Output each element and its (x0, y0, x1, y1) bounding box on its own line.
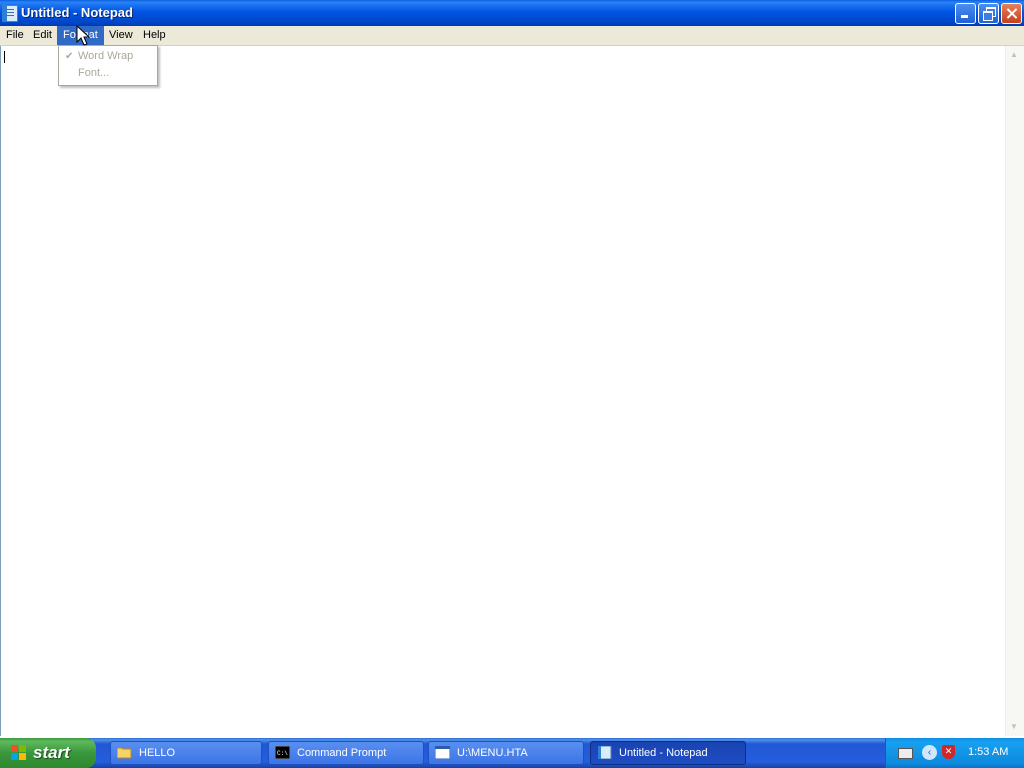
menu-view[interactable]: View (103, 26, 139, 45)
mouse-pointer-icon (76, 25, 91, 46)
scroll-up-icon[interactable]: ▲ (1007, 48, 1021, 62)
text-caret (4, 51, 5, 63)
menu-item-word-wrap[interactable]: ✔ Word Wrap (59, 48, 157, 65)
menu-file[interactable]: File (0, 26, 30, 45)
taskbar-label: U:\MENU.HTA (457, 747, 528, 759)
taskbar-button-menu-hta[interactable]: U:\MENU.HTA (428, 741, 584, 765)
scroll-down-icon[interactable]: ▼ (1007, 720, 1021, 734)
keyboard-icon[interactable] (898, 748, 913, 759)
close-button[interactable] (1001, 3, 1022, 24)
start-label: start (33, 743, 70, 762)
window-title: Untitled - Notepad (21, 5, 133, 20)
menu-edit[interactable]: Edit (27, 26, 58, 45)
menu-bar: File Edit Format View Help (0, 26, 1024, 46)
svg-text:C:\: C:\ (277, 750, 288, 757)
text-editor[interactable] (0, 46, 1005, 736)
window-icon (435, 746, 450, 759)
format-menu-dropdown: ✔ Word Wrap Font... (58, 45, 158, 86)
restore-button[interactable] (978, 3, 999, 24)
vertical-scrollbar[interactable] (1005, 46, 1024, 736)
clock[interactable]: 1:53 AM (968, 746, 1008, 758)
menu-help[interactable]: Help (137, 26, 172, 45)
show-hidden-icons-icon[interactable]: ‹ (922, 745, 937, 760)
title-bar[interactable]: Untitled - Notepad (0, 0, 1024, 26)
command-prompt-icon: C:\ (275, 746, 290, 759)
checkmark-icon: ✔ (65, 51, 74, 62)
taskbar-button-hello[interactable]: HELLO (110, 741, 262, 765)
notepad-icon (598, 746, 612, 759)
minimize-button[interactable] (955, 3, 976, 24)
folder-icon (117, 747, 132, 759)
notepad-icon (2, 4, 18, 22)
menu-item-font[interactable]: Font... (59, 65, 157, 82)
word-wrap-label: Word Wrap (78, 50, 134, 62)
taskbar-label: Command Prompt (297, 747, 387, 759)
taskbar-label: HELLO (139, 747, 176, 759)
font-label: Font... (78, 67, 110, 79)
taskbar-button-notepad[interactable]: Untitled - Notepad (590, 741, 746, 765)
windows-logo-icon (11, 745, 27, 761)
taskbar-button-command-prompt[interactable]: C:\ Command Prompt (268, 741, 424, 765)
security-alert-icon[interactable]: ✕ (942, 745, 955, 759)
taskbar-label: Untitled - Notepad (619, 747, 708, 759)
